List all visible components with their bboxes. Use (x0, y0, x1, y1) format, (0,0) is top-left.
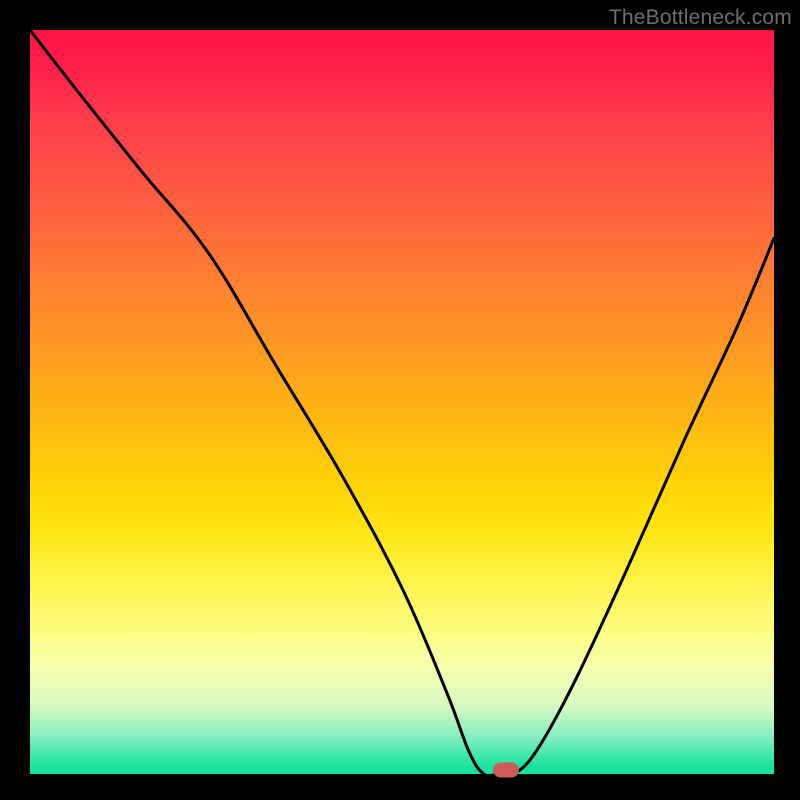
chart-frame: TheBottleneck.com (0, 0, 800, 800)
optimal-point-marker (493, 763, 519, 778)
plot-area (30, 30, 774, 774)
watermark-text: TheBottleneck.com (609, 6, 792, 30)
bottleneck-curve (30, 30, 774, 774)
